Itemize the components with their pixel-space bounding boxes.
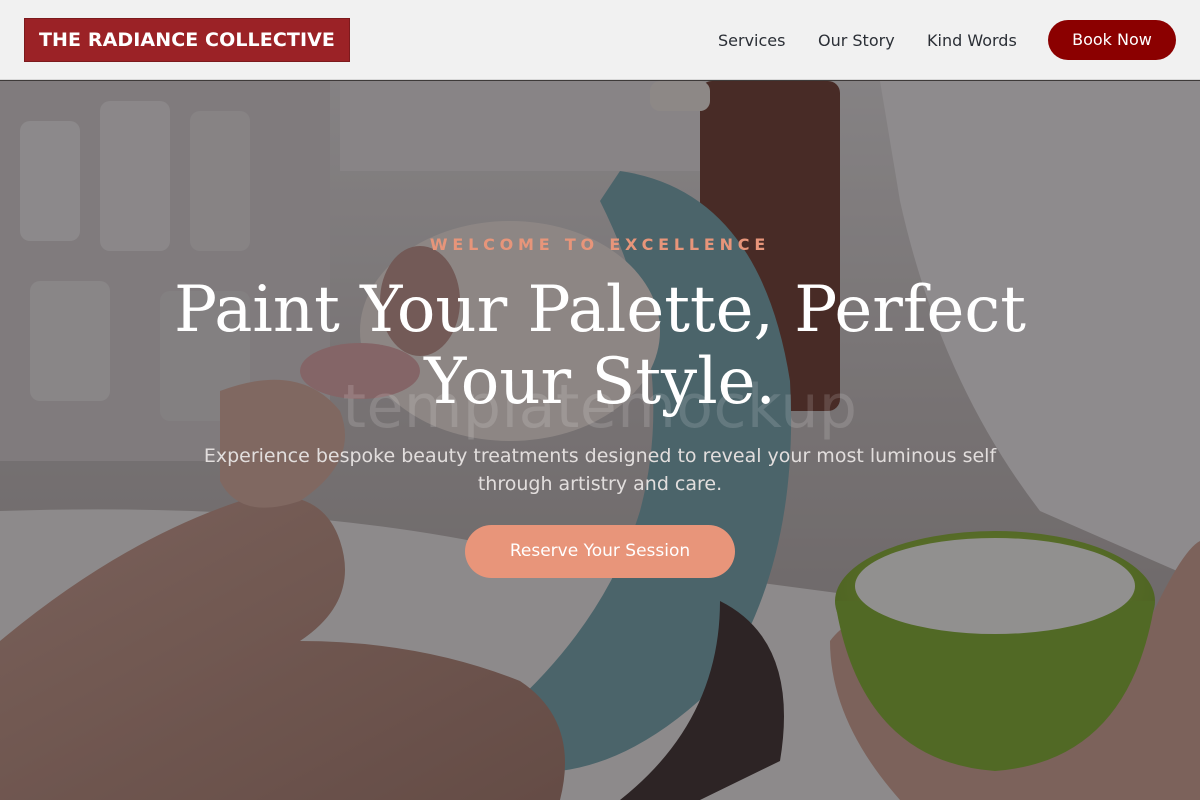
nav-link-kind-words[interactable]: Kind Words [927, 0, 1017, 80]
nav-link-our-story[interactable]: Our Story [818, 0, 895, 80]
hero-eyebrow: WELCOME TO EXCELLENCE [429, 235, 771, 254]
nav-link-services[interactable]: Services [718, 0, 785, 80]
book-now-button[interactable]: Book Now [1048, 20, 1176, 60]
hero-subtext: Experience bespoke beauty treatments des… [203, 445, 997, 495]
site-logo[interactable]: THE RADIANCE COLLECTIVE [24, 18, 350, 62]
reserve-session-button[interactable]: Reserve Your Session [465, 525, 735, 578]
hero-headline: Paint Your Palette, Perfect Your Style. [174, 273, 1026, 419]
site-header: THE RADIANCE COLLECTIVE Services Our Sto… [0, 0, 1200, 80]
